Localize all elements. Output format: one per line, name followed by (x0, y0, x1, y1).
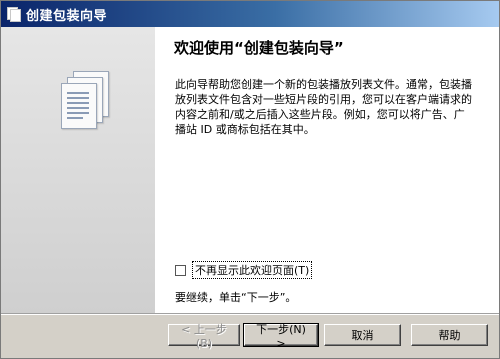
wizard-content: 欢迎使用“创建包装向导” 此向导帮助您创建一个新的包装播放列表文件。通常，包装播… (155, 27, 499, 313)
continue-instruction: 要继续，单击“下一步”。 (175, 291, 297, 304)
back-button[interactable]: < 上一步(B) (168, 323, 240, 350)
page-heading: 欢迎使用“创建包装向导” (174, 39, 344, 57)
dont-show-again-label[interactable]: 不再显示此欢迎页面(T) (192, 261, 313, 279)
wizard-side-panel (1, 27, 155, 313)
cancel-button[interactable]: 取消 (324, 324, 401, 346)
help-button[interactable]: 帮助 (411, 324, 488, 346)
dont-show-again-option[interactable]: 不再显示此欢迎页面(T) (175, 261, 313, 279)
dont-show-again-checkbox[interactable] (175, 264, 186, 276)
document-stack-icon (59, 71, 113, 133)
title-bar[interactable]: 创建包装向导 (1, 1, 499, 27)
wizard-description: 此向导帮助您创建一个新的包装播放列表文件。通常，包装播放列表文件包含对一些短片段… (175, 78, 472, 136)
next-button[interactable]: 下一步(N) > (243, 323, 319, 350)
window-title: 创建包装向导 (26, 8, 108, 24)
wizard-app-icon (7, 7, 21, 22)
wizard-window: 创建包装向导 欢迎使用“创建包装向导” 此向导帮助您创建一个新的包装播放列表文件… (0, 0, 500, 359)
button-bar: < 上一步(B) 下一步(N) > 取消 帮助 (1, 315, 499, 358)
